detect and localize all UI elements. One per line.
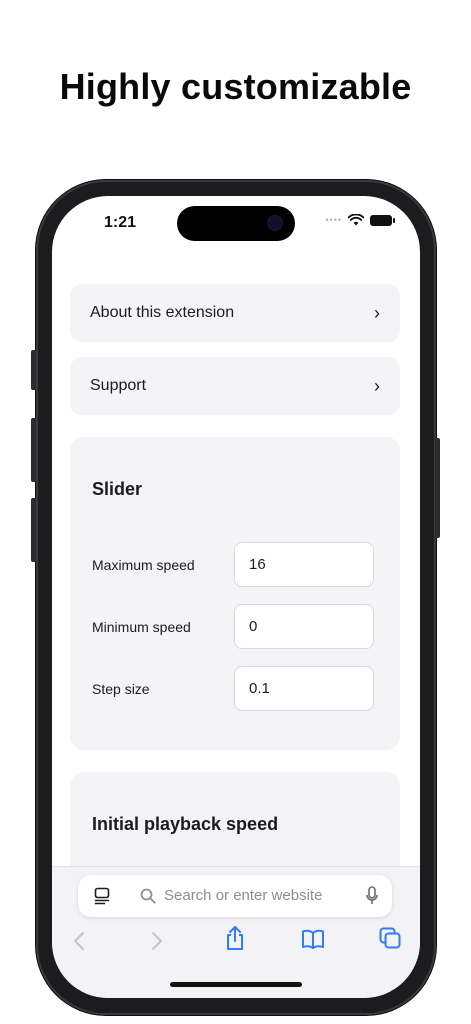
tabs-menu-icon[interactable] — [94, 887, 110, 905]
chevron-right-icon: › — [374, 375, 380, 396]
browser-toolbar: Search or enter website — [52, 866, 420, 998]
tabs-icon[interactable] — [379, 927, 401, 949]
mic-icon[interactable] — [366, 886, 378, 905]
search-placeholder: Search or enter website — [164, 887, 323, 904]
signal-dots-icon: •••• — [325, 215, 342, 225]
headline: Highly customizable — [59, 66, 412, 107]
phone-screen: 1:21 •••• About this extension › Support… — [52, 196, 420, 998]
volume-up-button — [31, 418, 36, 482]
home-indicator — [170, 982, 302, 987]
search-icon — [140, 888, 156, 904]
step-size-label: Step size — [92, 681, 150, 697]
step-size-input[interactable] — [234, 666, 374, 711]
back-icon[interactable] — [72, 931, 86, 951]
camera-icon — [269, 217, 281, 229]
minimum-speed-label: Minimum speed — [92, 619, 191, 635]
slider-settings-panel: Slider Maximum speed Minimum speed Step … — [70, 437, 400, 750]
bookmarks-icon[interactable] — [301, 929, 325, 949]
about-extension-row[interactable]: About this extension › — [70, 284, 400, 342]
forward-icon[interactable] — [150, 931, 164, 951]
power-button — [435, 438, 440, 538]
support-row[interactable]: Support › — [70, 357, 400, 415]
minimum-speed-input[interactable] — [234, 604, 374, 649]
chevron-right-icon: › — [374, 302, 380, 323]
support-label: Support — [90, 377, 147, 394]
address-bar[interactable]: Search or enter website — [78, 875, 392, 917]
dynamic-island — [177, 206, 295, 241]
app-store-screenshot: Highly customizable 1:21 •••• About this… — [0, 0, 471, 1024]
wifi-icon — [348, 214, 364, 226]
share-icon[interactable] — [225, 925, 245, 951]
status-indicators: •••• — [325, 214, 395, 226]
slider-title: Slider — [92, 479, 143, 499]
about-extension-label: About this extension — [90, 304, 235, 321]
maximum-speed-label: Maximum speed — [92, 557, 195, 573]
maximum-speed-input[interactable] — [234, 542, 374, 587]
status-time: 1:21 — [104, 214, 137, 231]
volume-down-button — [31, 498, 36, 562]
battery-icon — [370, 214, 395, 226]
action-button — [31, 350, 36, 390]
initial-playback-title: Initial playback speed — [92, 814, 279, 834]
